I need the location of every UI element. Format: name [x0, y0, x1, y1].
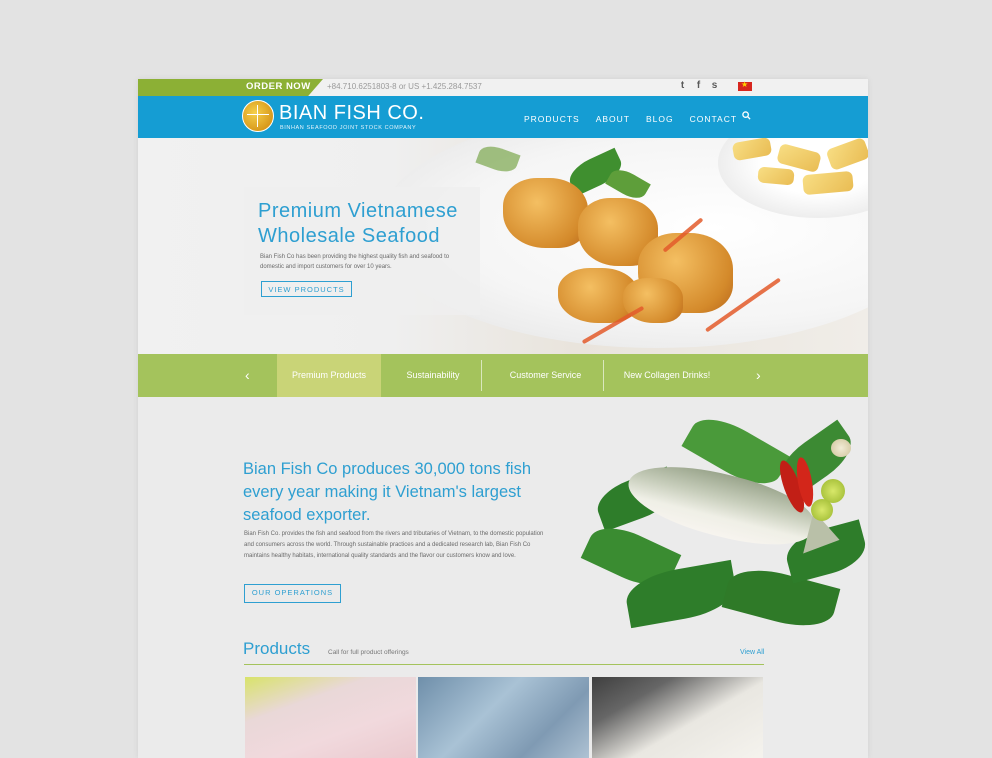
phone-numbers: +84.710.6251803-8 or US +1.425.284.7537 [327, 82, 482, 91]
order-now-label[interactable]: ORDER NOW [246, 81, 311, 92]
view-products-button[interactable]: VIEW PRODUCTS [261, 281, 352, 297]
globe-logo-icon[interactable] [242, 100, 274, 132]
about-heading: Bian Fish Co produces 30,000 tons fish e… [243, 460, 532, 524]
chevron-left-icon[interactable]: ‹ [245, 367, 250, 383]
order-now-banner[interactable]: ORDER NOW [138, 79, 323, 96]
social-links: t f s [678, 80, 719, 91]
website-page: ORDER NOW +84.710.6251803-8 or US +1.425… [138, 79, 868, 758]
fish-image [580, 407, 868, 636]
main-navigation: BIAN FISH CO. BINHAN SEAFOOD JOINT STOCK… [138, 96, 868, 138]
nav-products[interactable]: PRODUCTS [524, 114, 580, 124]
tab-sustainability[interactable]: Sustainability [388, 354, 478, 397]
tab-customer-service[interactable]: Customer Service [488, 354, 603, 397]
hero-description: Bian Fish Co has been providing the high… [260, 254, 450, 270]
products-heading: Products [243, 639, 311, 658]
tab-premium-products[interactable]: Premium Products [277, 354, 381, 397]
view-all-link[interactable]: View All [740, 649, 764, 656]
tab-collagen-drinks[interactable]: New Collagen Drinks! [608, 354, 726, 397]
lime-decoration [811, 499, 833, 521]
product-card-fillet[interactable] [245, 677, 416, 758]
products-subheading: Call for full product offerings [328, 649, 409, 656]
garlic-decoration [831, 439, 851, 457]
top-bar: ORDER NOW +84.710.6251803-8 or US +1.425… [138, 79, 868, 96]
about-text: Bian Fish Co. provides the fish and seaf… [244, 531, 544, 559]
nav-blog[interactable]: BLOG [646, 114, 674, 124]
products-divider [244, 664, 764, 665]
hero-banner: Premium Vietnamese Wholesale Seafood Bia… [138, 138, 868, 354]
skype-icon[interactable]: s [710, 80, 719, 91]
vietnam-flag-icon[interactable] [738, 80, 752, 91]
hero-title: Premium Vietnamese Wholesale Seafood [258, 200, 458, 247]
chevron-right-icon[interactable]: › [756, 367, 761, 383]
tab-divider [481, 360, 482, 391]
nav-links: PRODUCTS ABOUT BLOG CONTACT [524, 114, 753, 124]
logo-subtitle: BINHAN SEAFOOD JOINT STOCK COMPANY [280, 125, 417, 131]
fries-decoration [757, 166, 795, 186]
our-operations-button[interactable]: OUR OPERATIONS [244, 584, 341, 603]
product-card-shrimp[interactable] [418, 677, 589, 758]
search-icon[interactable] [742, 111, 751, 123]
slider-tabs: ‹ Premium Products Sustainability Custom… [138, 354, 868, 397]
product-card-squid[interactable] [592, 677, 763, 758]
nav-about[interactable]: ABOUT [596, 114, 630, 124]
hero-text-box: Premium Vietnamese Wholesale Seafood Bia… [244, 187, 480, 315]
wonton-decoration [503, 178, 588, 248]
tab-divider [603, 360, 604, 391]
nav-contact[interactable]: CONTACT [690, 114, 737, 124]
logo-title[interactable]: BIAN FISH CO. [279, 102, 424, 125]
twitter-icon[interactable]: t [678, 80, 687, 91]
facebook-icon[interactable]: f [694, 80, 703, 91]
